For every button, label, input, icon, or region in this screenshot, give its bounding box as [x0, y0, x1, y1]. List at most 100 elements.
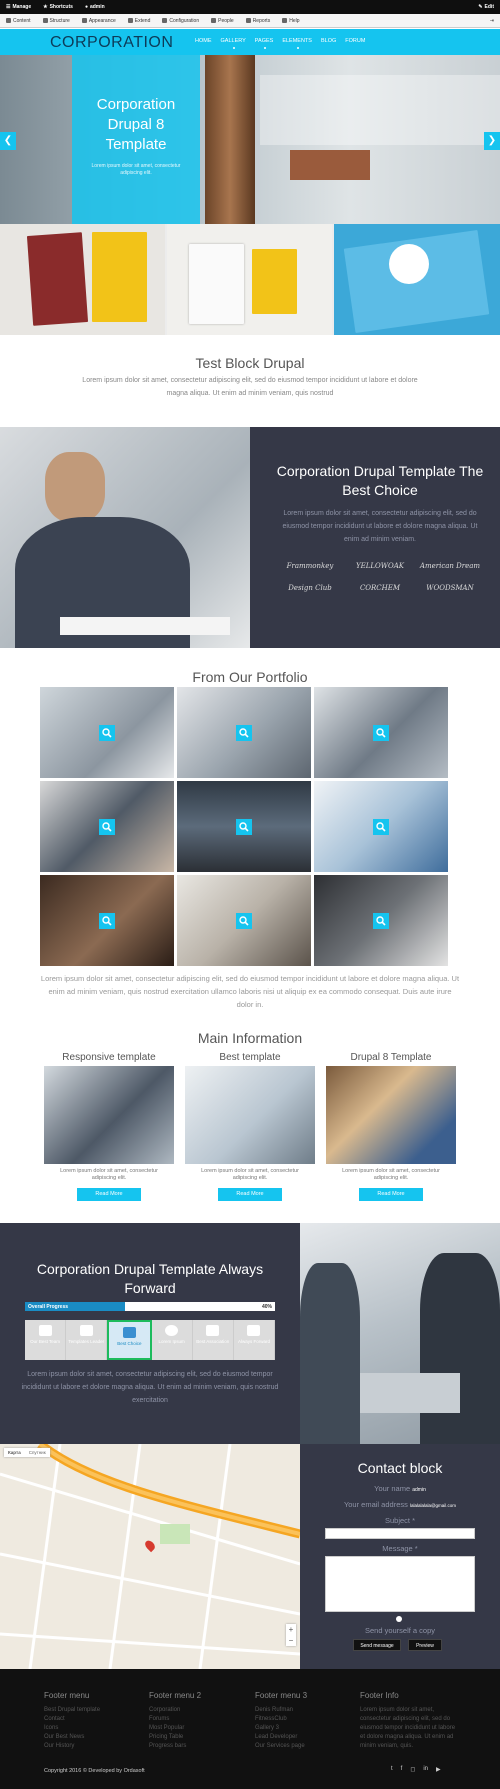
satellite-tab[interactable]: Спутник	[25, 1448, 50, 1457]
menu-help[interactable]: Help	[276, 18, 305, 24]
footer-link[interactable]: Our Best News	[44, 1733, 144, 1742]
nav-forum[interactable]: FORUM	[345, 38, 365, 44]
portfolio-item[interactable]	[40, 687, 174, 778]
footer-link[interactable]: Progress bars	[149, 1742, 249, 1751]
nav-gallery[interactable]: GALLERY	[221, 38, 246, 49]
nav-blog[interactable]: BLOG	[321, 38, 336, 44]
brand-logos: Frammonkey YELLOWOAK American Dream Desi…	[275, 562, 485, 592]
portfolio-item[interactable]	[177, 781, 311, 872]
email-value: lalalalalala@gmail.com	[409, 1503, 457, 1508]
map-type-control: Карта Спутник	[4, 1448, 50, 1457]
zoom-icon[interactable]	[99, 724, 115, 741]
footer-link[interactable]: Most Popular	[149, 1724, 249, 1733]
portfolio-item[interactable]	[177, 687, 311, 778]
menu-reports[interactable]: Reports	[240, 18, 277, 24]
feature-leader[interactable]: Templates Leader	[66, 1320, 108, 1360]
brochure-panel-3	[334, 224, 500, 335]
portfolio-item[interactable]	[314, 875, 448, 966]
orientation-toggle[interactable]: ⇥	[484, 18, 500, 24]
contact-title: Contact block	[357, 1460, 443, 1476]
menu-people[interactable]: People	[205, 18, 240, 24]
nav-elements[interactable]: ELEMENTS	[282, 38, 312, 49]
instagram-icon[interactable]: ◻	[410, 1766, 415, 1773]
user-tab[interactable]: ● admin	[79, 0, 111, 14]
footer-link[interactable]: Our History	[44, 1742, 144, 1751]
read-more-button[interactable]: Read More	[218, 1188, 282, 1201]
slider-prev-button[interactable]: ❮	[0, 132, 16, 150]
menu-appearance[interactable]: Appearance	[76, 18, 122, 24]
brand-logo: American Dream	[419, 562, 481, 570]
forward-title: Corporation Drupal Template Always Forwa…	[36, 1261, 264, 1296]
zoom-icon[interactable]	[99, 818, 115, 835]
best-choice-section: Corporation Drupal Template The Best Cho…	[0, 427, 500, 648]
zoom-icon[interactable]	[236, 724, 252, 741]
edit-tab[interactable]: ✎ Edit	[472, 0, 500, 14]
zoom-icon[interactable]	[373, 818, 389, 835]
portfolio-item[interactable]	[40, 875, 174, 966]
youtube-icon[interactable]: ▶	[436, 1766, 441, 1773]
info-card: Responsive template Lorem ipsum dolor si…	[44, 1052, 174, 1201]
nav-pages[interactable]: PAGES	[255, 38, 273, 49]
feature-team[interactable]: Our Best Team	[25, 1320, 67, 1360]
menu-extend[interactable]: Extend	[122, 18, 157, 24]
footer-link[interactable]: Lead Developer	[255, 1733, 355, 1742]
twitter-icon[interactable]: t	[391, 1766, 393, 1773]
shortcuts-tab[interactable]: ★ Shortcuts	[37, 0, 79, 14]
footer-info-text: Lorem ipsum dolor sit amet, consectetur …	[360, 1707, 456, 1749]
message-field[interactable]	[325, 1556, 475, 1612]
copyright: Copyright 2016 © Developed by Ordasoft	[44, 1768, 145, 1774]
facebook-icon[interactable]: f	[401, 1766, 403, 1773]
preview-button[interactable]: Preview	[408, 1639, 442, 1651]
footer-link[interactable]: Denis Rufman	[255, 1706, 355, 1715]
thumbs-up-icon	[122, 1327, 136, 1338]
forward-text: Lorem ipsum dolor sit amet, consectetur …	[21, 1371, 279, 1404]
zoom-controls[interactable]: + −	[286, 1624, 296, 1646]
portfolio-item[interactable]	[40, 781, 174, 872]
portfolio-text: Lorem ipsum dolor sit amet, consectetur …	[40, 974, 460, 1009]
info-card-text: Lorem ipsum dolor sit amet, consectetur …	[201, 1168, 299, 1181]
name-value: admin	[412, 1487, 426, 1493]
send-message-button[interactable]: Send message	[353, 1639, 401, 1651]
portfolio-item[interactable]	[314, 781, 448, 872]
copy-checkbox[interactable]	[396, 1616, 402, 1622]
site-logo[interactable]: CORPORATION	[50, 34, 173, 52]
zoom-icon[interactable]	[236, 818, 252, 835]
map-tab[interactable]: Карта	[4, 1448, 25, 1457]
subject-field[interactable]	[325, 1528, 475, 1539]
feature-forward[interactable]: Always Forward	[234, 1320, 276, 1360]
zoom-icon[interactable]	[99, 912, 115, 929]
footer-link[interactable]: Our Services page	[255, 1742, 355, 1751]
footer-link[interactable]: FitnessClub	[255, 1715, 355, 1724]
footer-link[interactable]: Corporation	[149, 1706, 249, 1715]
menu-content[interactable]: Content	[0, 18, 37, 24]
feature-lorem[interactable]: Lorem Ipsum	[152, 1320, 193, 1360]
feature-best-choice[interactable]: Best Choice	[107, 1320, 152, 1360]
footer-link[interactable]: Gallery 3	[255, 1724, 355, 1733]
zoom-icon[interactable]	[373, 912, 389, 929]
map[interactable]: Карта Спутник + −	[0, 1444, 300, 1669]
zoom-icon[interactable]	[373, 724, 389, 741]
menu-configuration[interactable]: Configuration	[156, 18, 205, 24]
nav-home[interactable]: HOME	[195, 38, 212, 44]
read-more-button[interactable]: Read More	[359, 1188, 423, 1201]
content-icon	[6, 18, 11, 23]
feature-association[interactable]: Best Association	[193, 1320, 234, 1360]
zoom-icon[interactable]	[236, 912, 252, 929]
footer-menu-3: Footer menu 3 Denis Rufman FitnessClub G…	[255, 1691, 355, 1751]
manage-tab[interactable]: ☰ Manage	[0, 0, 37, 14]
portfolio-title: From Our Portfolio	[192, 669, 308, 685]
portfolio-item[interactable]	[314, 687, 448, 778]
footer-link[interactable]: Contact	[44, 1715, 144, 1724]
user-icon: ●	[84, 4, 88, 10]
best-choice-text: Lorem ipsum dolor sit amet, consectetur …	[282, 510, 478, 543]
footer-link[interactable]: Pricing Table	[149, 1733, 249, 1742]
menu-structure[interactable]: Structure	[37, 18, 76, 24]
footer-link[interactable]: Best Drupal template	[44, 1706, 144, 1715]
footer-link[interactable]: Icons	[44, 1724, 144, 1733]
footer-link[interactable]: Forums	[149, 1715, 249, 1724]
read-more-button[interactable]: Read More	[77, 1188, 141, 1201]
slider-next-button[interactable]: ❯	[484, 132, 500, 150]
linkedin-icon[interactable]: in	[423, 1766, 428, 1773]
portfolio-item[interactable]	[177, 875, 311, 966]
help-icon	[282, 18, 288, 23]
